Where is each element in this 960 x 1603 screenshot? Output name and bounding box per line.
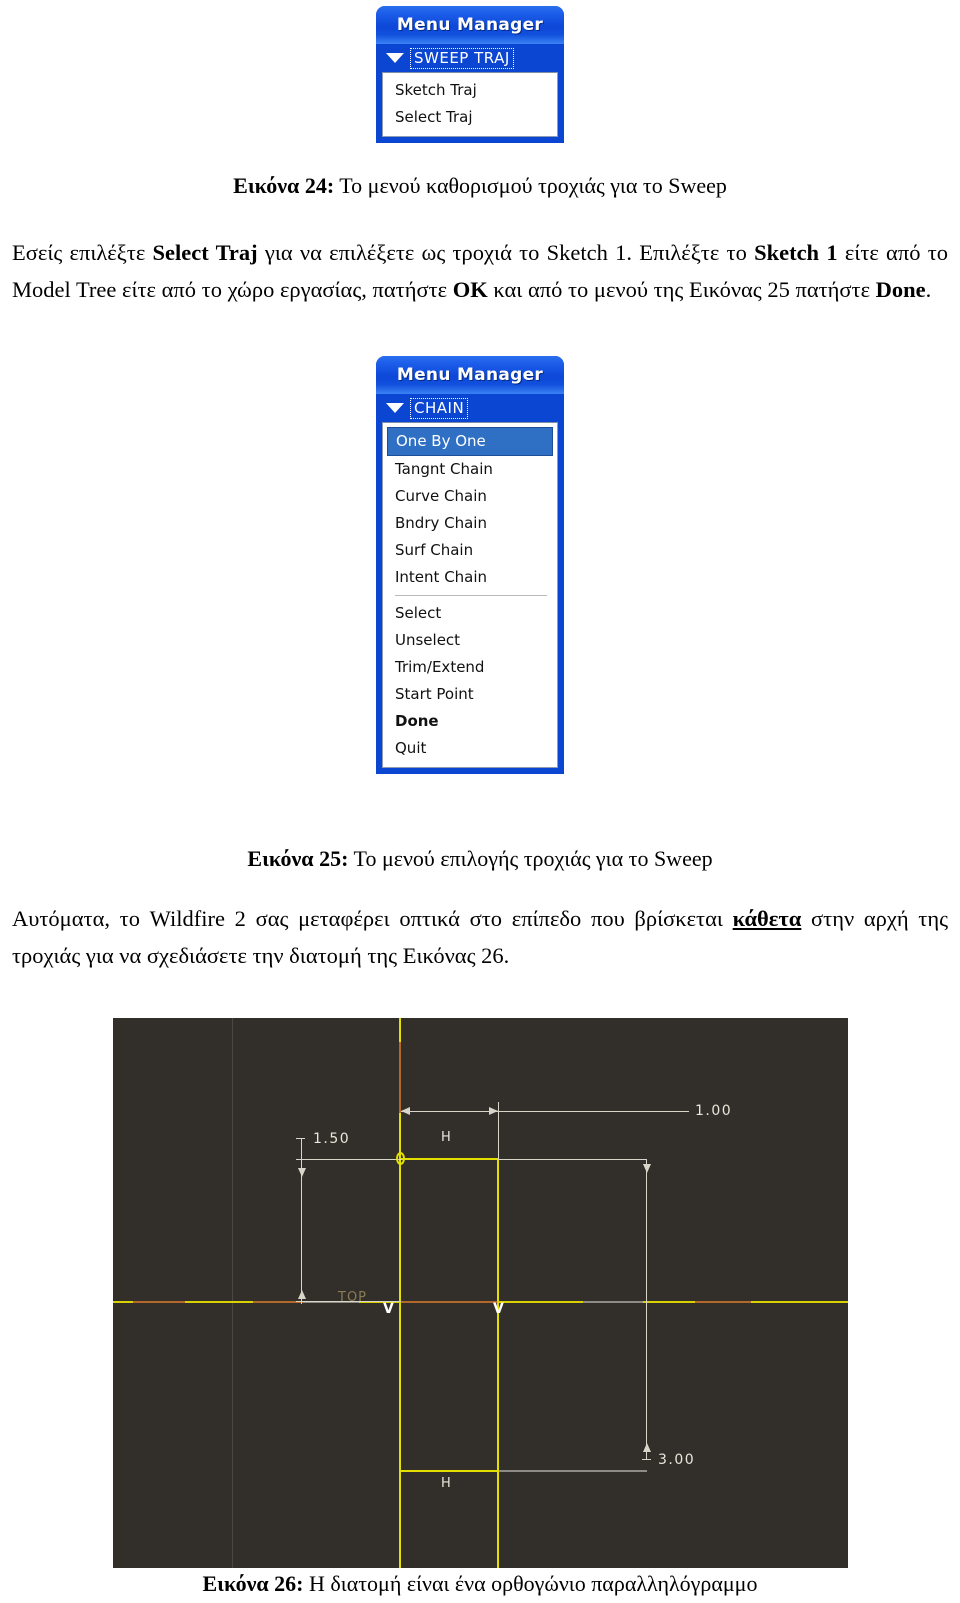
- dim-100-arrow-left: [401, 1107, 410, 1115]
- datum-dash-1: [133, 1301, 185, 1303]
- sketch-right-edge: [497, 1158, 499, 1568]
- dim-300-tick-bottom: [642, 1459, 651, 1460]
- p2-seg2-bold-underline: κάθετα: [732, 906, 802, 931]
- cad-viewport-section-sketch[interactable]: 1.00 1.50 3.00 H H V V TOP: [113, 1018, 848, 1568]
- dim-150-witness-top: [296, 1159, 401, 1160]
- menu-titlebar-chain: Menu Manager: [376, 356, 564, 394]
- dim-100-label: 1.00: [695, 1103, 733, 1119]
- top-plane-label: TOP: [338, 1290, 368, 1305]
- dim-300-witness-bottom: [499, 1470, 647, 1472]
- datum-dash-5: [695, 1301, 751, 1303]
- menu-header-label-chain: CHAIN: [410, 397, 469, 419]
- paragraph-select-traj: Εσείς επιλέξτε Select Traj για να επιλέξ…: [12, 234, 948, 308]
- figure-26-text: Η διατομή είναι ένα ορθογώνιο παραλληλόγ…: [303, 1571, 758, 1596]
- p1-seg3: για να επιλέξετε ως τροχιά το Sketch 1. …: [257, 240, 755, 265]
- menu-item-start-point[interactable]: Start Point: [383, 681, 557, 708]
- figure-25-number: Εικόνα 25:: [247, 846, 349, 871]
- menu-header-sweep-traj[interactable]: SWEEP TRAJ: [382, 44, 558, 72]
- dim-100-witness-right: [498, 1102, 499, 1160]
- menu-item-done[interactable]: Done: [383, 708, 557, 735]
- paragraph-wildfire-plane: Αυτόματα, το Wildfire 2 σας μεταφέρει οπ…: [12, 900, 948, 974]
- menu-item-select[interactable]: Select: [383, 600, 557, 627]
- menu-item-sketch-traj[interactable]: Sketch Traj: [383, 77, 557, 104]
- sketch-left-edge-extension: [399, 1518, 401, 1568]
- constraint-h-top-label: H: [441, 1130, 452, 1145]
- figure-24-caption: Εικόνα 24: Το μενού καθορισμού τροχιάς γ…: [0, 172, 960, 200]
- p1-seg4-bold: Sketch 1: [754, 240, 838, 265]
- menu-manager-chain[interactable]: Menu Manager CHAIN One By One Tangnt Cha…: [376, 356, 564, 774]
- menu-item-unselect[interactable]: Unselect: [383, 627, 557, 654]
- dim-300-witness-top: [499, 1159, 647, 1160]
- dim-150-arrow-down: [298, 1168, 306, 1177]
- datum-dash-4: [583, 1301, 643, 1303]
- menu-item-quit[interactable]: Quit: [383, 735, 557, 762]
- menu-item-list-chain: One By One Tangnt Chain Curve Chain Bndr…: [382, 422, 558, 768]
- dim-150-arrow-up: [298, 1290, 306, 1299]
- p1-seg2-bold: Select Traj: [152, 240, 258, 265]
- dim-150-label: 1.50: [313, 1131, 351, 1147]
- menu-item-curve-chain[interactable]: Curve Chain: [383, 483, 557, 510]
- datum-dash-3: [401, 1301, 497, 1303]
- menu-header-chain[interactable]: CHAIN: [382, 394, 558, 422]
- p1-seg1: Εσείς επιλέξτε: [12, 240, 153, 265]
- chevron-down-icon: [386, 53, 404, 63]
- dim-150-line: [301, 1138, 302, 1304]
- menu-separator: [395, 595, 547, 596]
- menu-item-one-by-one[interactable]: One By One: [387, 427, 553, 456]
- figure-26-caption: Εικόνα 26: Η διατομή είναι ένα ορθογώνιο…: [0, 1570, 960, 1598]
- p1-seg7: και από το μενού της Εικόνας 25 πατήστε: [487, 277, 876, 302]
- dim-100-arrow-right: [489, 1107, 498, 1115]
- menu-header-label: SWEEP TRAJ: [410, 47, 514, 69]
- menu-titlebar: Menu Manager: [376, 6, 564, 44]
- menu-title: Menu Manager: [396, 15, 544, 35]
- dim-300-label: 3.00: [658, 1452, 696, 1468]
- dim-300-arrow-up: [643, 1443, 651, 1452]
- sketch-left-edge: [399, 1113, 401, 1568]
- constraint-v-right-label: V: [493, 1301, 504, 1317]
- dim-100-line: [401, 1111, 689, 1112]
- p2-seg1: Αυτόματα, το Wildfire 2 σας μεταφέρει οπ…: [12, 906, 733, 931]
- menu-manager-sweep-traj[interactable]: Menu Manager SWEEP TRAJ Sketch Traj Sele…: [376, 6, 564, 143]
- sketch-bottom-edge: [399, 1470, 499, 1472]
- p1-seg6-bold: OK: [452, 277, 488, 302]
- constraint-h-bottom-label: H: [441, 1476, 452, 1491]
- dim-300-arrow-down: [643, 1164, 651, 1173]
- constraint-v-left-label: V: [383, 1301, 394, 1317]
- p1-seg9: .: [925, 277, 932, 302]
- figure-25-text: Το μενού επιλογής τροχιάς για το Sweep: [348, 846, 713, 871]
- figure-24-text: Το μενού καθορισμού τροχιάς για το Sweep: [334, 173, 727, 198]
- menu-item-trim-extend[interactable]: Trim/Extend: [383, 654, 557, 681]
- p1-seg8-bold: Done: [875, 277, 926, 302]
- menu-item-tangnt-chain[interactable]: Tangnt Chain: [383, 456, 557, 483]
- vertical-centerline-yellow-upper: [399, 1018, 401, 1042]
- menu-item-intent-chain[interactable]: Intent Chain: [383, 564, 557, 591]
- figure-25-caption: Εικόνα 25: Το μενού επιλογής τροχιάς για…: [0, 845, 960, 873]
- figure-26-number: Εικόνα 26:: [202, 1571, 304, 1596]
- menu-item-bndry-chain[interactable]: Bndry Chain: [383, 510, 557, 537]
- menu-item-surf-chain[interactable]: Surf Chain: [383, 537, 557, 564]
- figure-24-number: Εικόνα 24:: [233, 173, 335, 198]
- chevron-down-icon: [386, 403, 404, 413]
- origin-point-marker: [396, 1152, 405, 1165]
- menu-item-select-traj[interactable]: Select Traj: [383, 104, 557, 131]
- sketch-top-edge: [399, 1158, 499, 1160]
- menu-title-chain: Menu Manager: [396, 365, 544, 385]
- dim-300-line: [646, 1159, 647, 1459]
- menu-item-list: Sketch Traj Select Traj: [382, 72, 558, 137]
- reference-vertical-line: [232, 1018, 233, 1568]
- dim-150-tick-top: [296, 1138, 305, 1139]
